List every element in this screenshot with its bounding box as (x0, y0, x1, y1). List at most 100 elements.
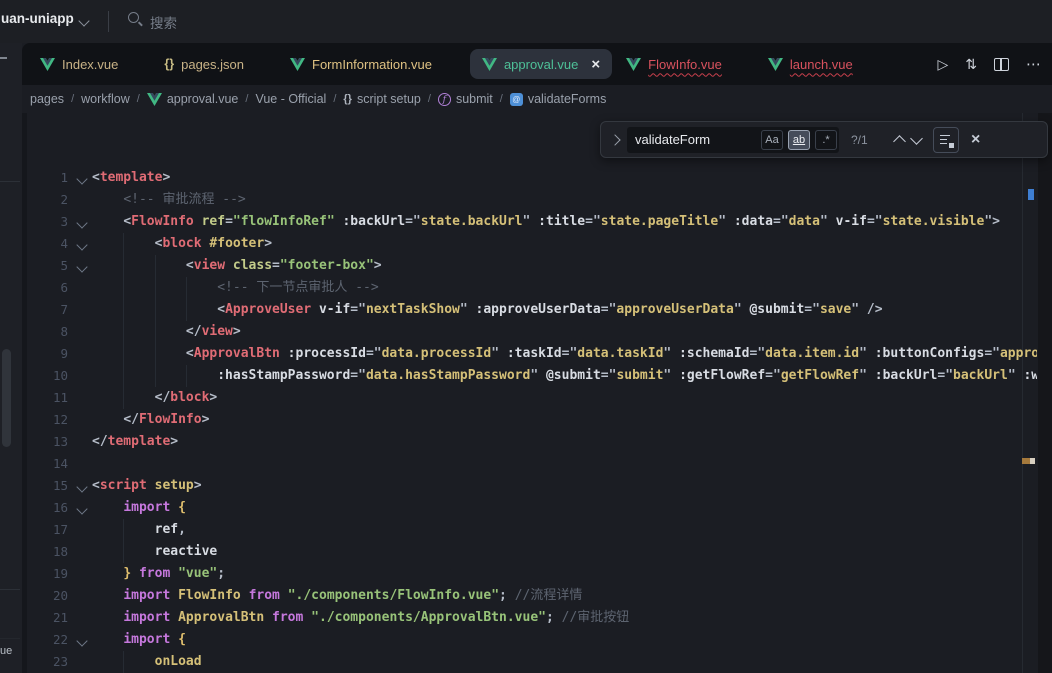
code-text: <block #footer> (92, 233, 272, 255)
line-number: 7 (22, 299, 68, 321)
find-in-selection-button[interactable] (933, 127, 959, 153)
more-actions-icon[interactable]: ⋯ (1026, 55, 1042, 73)
breadcrumb-label: workflow (81, 92, 130, 106)
sidebar-divider (0, 181, 20, 182)
code-line-10[interactable]: 10 :hasStampPassword="data.hasStampPassw… (22, 365, 1037, 387)
tab-launch-vue[interactable]: launch.vue (768, 49, 853, 79)
code-line-15[interactable]: 15<script setup> (22, 475, 1037, 497)
match-case-button[interactable]: Aa (761, 130, 783, 150)
breadcrumb-item-vue-official[interactable]: Vue - Official (255, 92, 326, 106)
tab-bar: Index.vue {}pages.json FormInformation.vue… (22, 43, 1052, 85)
fold-chevron-icon[interactable] (76, 173, 87, 184)
vue-icon (290, 58, 305, 71)
vue-icon (40, 58, 55, 71)
find-input[interactable]: validateForm Aa ab .* (627, 127, 839, 153)
find-result-count: ?/1 (851, 133, 879, 147)
code-line-18[interactable]: 18 reactive (22, 541, 1037, 563)
code-line-22[interactable]: 22 import { (22, 629, 1037, 651)
tab-index-vue[interactable]: Index.vue (40, 49, 118, 79)
fold-chevron-icon[interactable] (76, 261, 87, 272)
code-line-5[interactable]: 5 <view class="footer-box"> (22, 255, 1037, 277)
close-icon[interactable]: × (591, 57, 600, 72)
breadcrumb-item-approval-vue[interactable]: approval.vue (147, 92, 239, 106)
code-line-9[interactable]: 9 <ApprovalBtn :processId="data.processI… (22, 343, 1037, 365)
previous-match-button[interactable] (893, 135, 906, 148)
function-symbol-icon: f (438, 93, 451, 106)
code-line-2[interactable]: 2 <!-- 审批流程 --> (22, 189, 1037, 211)
code-line-20[interactable]: 20 import FlowInfo from "./components/Fl… (22, 585, 1037, 607)
code-line-13[interactable]: 13</template> (22, 431, 1037, 453)
code-text: import { (92, 629, 186, 651)
fold-chevron-icon[interactable] (76, 217, 87, 228)
line-number: 12 (22, 409, 68, 431)
code-text: </FlowInfo> (92, 409, 209, 431)
code-line-8[interactable]: 8 </view> (22, 321, 1037, 343)
tab-label: FlowInfo.vue (648, 57, 722, 72)
code-text: <ApproveUser v-if="nextTaskShow" :approv… (92, 299, 883, 321)
code-line-7[interactable]: 7 <ApproveUser v-if="nextTaskShow" :appr… (22, 299, 1037, 321)
line-number: 1 (22, 167, 68, 189)
tab-flowinfo-vue[interactable]: FlowInfo.vue (626, 49, 722, 79)
tab-approval-vue[interactable]: approval.vue× (470, 49, 612, 79)
code-text: ref, (92, 519, 186, 541)
tab-forminformation-vue[interactable]: FormInformation.vue (290, 49, 432, 79)
code-text: <script setup> (92, 475, 202, 497)
whole-word-button[interactable]: ab (788, 130, 810, 150)
tab-label: FormInformation.vue (312, 57, 432, 72)
sidebar-scrollbar[interactable] (2, 349, 11, 447)
split-editor-icon[interactable] (994, 58, 1009, 71)
braces-icon: {} (343, 93, 352, 105)
breadcrumb-label: script setup (357, 92, 421, 106)
tab-label: pages.json (181, 57, 244, 72)
find-query-text[interactable]: validateForm (635, 132, 758, 147)
tab-pages-json[interactable]: {}pages.json (164, 49, 244, 79)
toggle-replace-icon[interactable] (609, 134, 620, 145)
breadcrumb-item-pages[interactable]: pages (30, 92, 64, 106)
code-line-12[interactable]: 12 </FlowInfo> (22, 409, 1037, 431)
breadcrumb-item-validateforms[interactable]: @validateForms (510, 92, 607, 106)
code-line-21[interactable]: 21 import ApprovalBtn from "./components… (22, 607, 1037, 629)
open-changes-icon[interactable]: ⇅ (965, 56, 977, 73)
line-number: 3 (22, 211, 68, 233)
fold-chevron-icon[interactable] (76, 503, 87, 514)
line-number: 6 (22, 277, 68, 299)
project-name[interactable]: uan-uniapp (1, 11, 74, 26)
code-line-16[interactable]: 16 import { (22, 497, 1037, 519)
command-center-search[interactable]: 搜索 (150, 12, 177, 32)
code-line-19[interactable]: 19 } from "vue"; (22, 563, 1037, 585)
line-number: 21 (22, 607, 68, 629)
line-number: 16 (22, 497, 68, 519)
vue-icon (626, 58, 641, 71)
scrollbar-track[interactable] (1038, 113, 1052, 673)
code-line-23[interactable]: 23 onLoad (22, 651, 1037, 673)
code-line-6[interactable]: 6 <!-- 下一节点审批人 --> (22, 277, 1037, 299)
vue-icon (147, 93, 162, 106)
code-line-14[interactable]: 14 (22, 453, 1037, 475)
breadcrumb-separator: / (137, 93, 140, 105)
next-match-button[interactable] (910, 132, 923, 145)
run-button[interactable]: ▷ (937, 56, 948, 73)
code-text: onLoad (92, 651, 202, 673)
breadcrumb-item-workflow[interactable]: workflow (81, 92, 130, 106)
breadcrumb: pages/workflow/approval.vue/Vue - Offici… (22, 85, 1046, 113)
code-line-1[interactable]: 1<template> (22, 167, 1037, 189)
code-line-17[interactable]: 17 ref, (22, 519, 1037, 541)
breadcrumb-label: pages (30, 92, 64, 106)
breadcrumb-separator: / (333, 93, 336, 105)
breadcrumb-item-submit[interactable]: fsubmit (438, 92, 493, 106)
code-text: reactive (92, 541, 217, 563)
code-text: :hasStampPassword="data.hasStampPassword… (92, 365, 1037, 387)
code-text: <view class="footer-box"> (92, 255, 382, 277)
code-line-3[interactable]: 3 <FlowInfo ref="flowInfoRef" :backUrl="… (22, 211, 1037, 233)
close-find-icon[interactable]: × (971, 132, 980, 148)
fold-chevron-icon[interactable] (76, 635, 87, 646)
regex-button[interactable]: .* (815, 130, 837, 150)
chevron-down-icon[interactable] (78, 15, 89, 26)
code-line-11[interactable]: 11 </block> (22, 387, 1037, 409)
fold-chevron-icon[interactable] (76, 239, 87, 250)
code-line-4[interactable]: 4 <block #footer> (22, 233, 1037, 255)
breadcrumb-item-script-setup[interactable]: {} script setup (343, 92, 420, 106)
fold-chevron-icon[interactable] (76, 481, 87, 492)
code-text: <ApprovalBtn :processId="data.processId"… (92, 343, 1037, 365)
sidebar-item-fragment[interactable]: ue (0, 645, 12, 657)
